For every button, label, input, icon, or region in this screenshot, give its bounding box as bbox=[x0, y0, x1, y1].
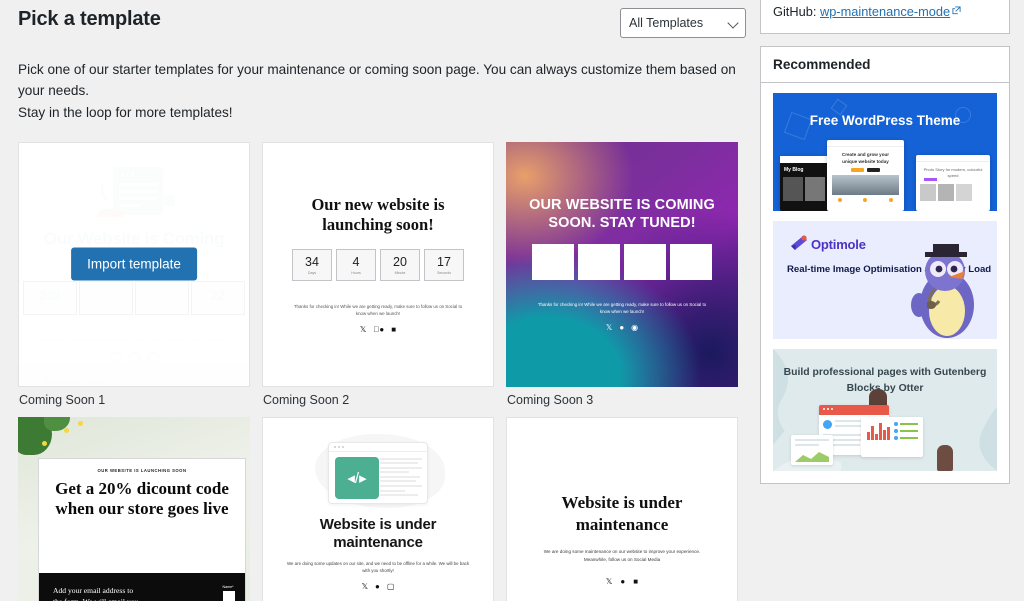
preview-kicker: OUR WEBSITE IS LAUNCHING SOON bbox=[97, 467, 187, 473]
github-box: GitHub: wp-maintenance-mode bbox=[760, 0, 1010, 34]
countdown-unit: 33 Days bbox=[532, 244, 574, 280]
signup-form: Name* Email* Submit bbox=[222, 584, 235, 601]
preview-subtitle: We are doing some maintenance on our web… bbox=[543, 549, 701, 562]
browser-code-illustration-icon: ◂/▸ bbox=[328, 441, 428, 504]
template-thumbnail[interactable]: OUR WEBSITE IS LAUNCHING SOON Get a 20% … bbox=[18, 416, 250, 601]
template-card-coming-soon-2[interactable]: Our new website is launching soon! 34 Day… bbox=[262, 141, 494, 407]
preview-subtitle: We are doing some updates on our site, a… bbox=[286, 560, 470, 573]
name-label: Name* bbox=[222, 584, 234, 589]
preview-title: OUR WEBSITE IS COMING SOON. STAY TUNED! bbox=[529, 197, 715, 231]
instagram-icon: ▢ bbox=[386, 581, 395, 591]
form-lead: Add your email address to the form. We w… bbox=[53, 585, 139, 601]
countdown-unit: 19 Minute bbox=[624, 244, 666, 280]
template-preview: OUR WEBSITE IS COMING SOON. STAY TUNED! … bbox=[506, 141, 738, 387]
promo-otter-blocks[interactable]: Build professional pages with Gutenberg … bbox=[773, 349, 997, 471]
template-filter-wrapper: All Templates Coming Soon Maintenance bbox=[620, 8, 746, 38]
promo-card-small bbox=[791, 435, 833, 465]
main-content: Pick a template All Templates Coming Soo… bbox=[0, 0, 760, 601]
countdown-unit: 4 Hours bbox=[578, 244, 620, 280]
template-preview: Website is under maintenance We are doin… bbox=[507, 417, 737, 601]
template-card-maintenance-serif[interactable]: Website is under maintenance We are doin… bbox=[506, 416, 738, 601]
twitter-icon: 𝕏 bbox=[605, 323, 613, 332]
template-card-coming-soon-3[interactable]: OUR WEBSITE IS COMING SOON. STAY TUNED! … bbox=[506, 141, 738, 407]
github-label: GitHub: bbox=[773, 4, 817, 19]
template-preview: ◂/▸ Website is under maintenance We are … bbox=[263, 417, 493, 601]
template-preview: OUR WEBSITE IS LAUNCHING SOON Get a 20% … bbox=[18, 416, 250, 601]
social-icons: 𝕏 ● ■ bbox=[606, 577, 638, 586]
description-line-1: Pick one of our starter templates for yo… bbox=[18, 62, 736, 98]
template-label: Coming Soon 2 bbox=[263, 392, 350, 407]
preview-body: ◂/▸ Website is under maintenance We are … bbox=[263, 417, 493, 601]
name-input[interactable] bbox=[222, 590, 235, 601]
countdown-unit: 17 Seconds bbox=[424, 248, 464, 281]
template-grid: Our Website is Coming soon. 202Days Hour… bbox=[18, 141, 746, 601]
promo-brand: Optimole bbox=[811, 237, 866, 252]
countdown-unit: 4 Hours bbox=[336, 248, 376, 281]
template-thumbnail[interactable]: Our new website is launching soon! 34 Day… bbox=[262, 141, 494, 387]
page-title: Pick a template bbox=[18, 8, 161, 30]
facebook-icon: ● bbox=[375, 581, 380, 591]
optimole-logo-icon bbox=[791, 235, 807, 250]
template-card-coming-soon-1[interactable]: Our Website is Coming soon. 202Days Hour… bbox=[18, 141, 250, 407]
template-thumbnail[interactable]: Website is under maintenance We are doin… bbox=[506, 416, 738, 601]
promo-title: Free WordPress Theme bbox=[809, 113, 961, 128]
template-label: Coming Soon 1 bbox=[19, 392, 106, 407]
template-thumbnail[interactable]: OUR WEBSITE IS COMING SOON. STAY TUNED! … bbox=[506, 141, 738, 387]
recommended-body: Free WordPress Theme My Blog Photo Story… bbox=[761, 83, 1009, 483]
page-description: Pick one of our starter templates for yo… bbox=[18, 60, 746, 124]
recommended-box: Recommended Free WordPress Theme My Blog bbox=[760, 46, 1010, 484]
sidebar: GitHub: wp-maintenance-mode Recommended … bbox=[760, 0, 1024, 601]
code-icon: ◂/▸ bbox=[335, 456, 379, 499]
promo-optimole[interactable]: Optimole Real-time Image Optimisation an… bbox=[773, 221, 997, 339]
countdown-unit: 20 Minute bbox=[380, 248, 420, 281]
template-preview: Our new website is launching soon! 34 Day… bbox=[263, 143, 493, 386]
dribbble-icon: ◉ bbox=[631, 323, 639, 332]
external-link-icon bbox=[952, 0, 961, 22]
header-row: Pick a template All Templates Coming Soo… bbox=[18, 0, 746, 38]
import-template-button[interactable]: Import template bbox=[71, 247, 197, 281]
promo-free-wordpress-theme[interactable]: Free WordPress Theme My Blog Photo Story… bbox=[773, 93, 997, 211]
promo-screenshot-right: Photo Story for modern, colourful speed bbox=[916, 155, 990, 211]
preview-subtitle: Thanks for checking in! While we are get… bbox=[537, 302, 707, 314]
description-line-2: Stay in the loop for more templates! bbox=[18, 105, 233, 120]
facebook-icon: ​● bbox=[373, 324, 384, 334]
preview-sheet: OUR WEBSITE IS LAUNCHING SOON Get a 20% … bbox=[38, 457, 246, 601]
preview-subtitle: Thanks for checking in! While we are get… bbox=[293, 303, 463, 316]
template-thumbnail[interactable]: ◂/▸ Website is under maintenance We are … bbox=[262, 416, 494, 601]
social-icons: 𝕏 ● ◉ bbox=[606, 323, 638, 332]
optimole-mascot-icon bbox=[911, 244, 974, 338]
social-icons: 𝕏 ● ▢ bbox=[362, 582, 395, 591]
promo-screenshot-mid: Create and grow your unique website toda… bbox=[827, 140, 904, 211]
countdown-unit: 30 Seconds bbox=[670, 244, 712, 280]
otter-mascot-icon-2 bbox=[937, 445, 953, 471]
twitter-icon: 𝕏 bbox=[361, 581, 369, 591]
github-row: GitHub: wp-maintenance-mode bbox=[773, 0, 997, 23]
preview-title: Website is under maintenance bbox=[319, 515, 437, 551]
template-thumbnail[interactable]: Our Website is Coming soon. 202Days Hour… bbox=[18, 141, 250, 387]
preview-title: Get a 20% dicount code when our store go… bbox=[55, 478, 229, 518]
template-label: Coming Soon 3 bbox=[507, 392, 594, 407]
preview-title: Our new website is launching soon! bbox=[311, 194, 445, 234]
countdown: 34 Days 4 Hours 20 Minute 17 Seconds bbox=[292, 248, 464, 293]
preview-form-area: Add your email address to the form. We w… bbox=[39, 572, 245, 601]
template-card-maintenance-illustrated[interactable]: ◂/▸ Website is under maintenance We are … bbox=[262, 416, 494, 601]
preview-title: Website is under maintenance bbox=[561, 493, 683, 535]
countdown-unit: 34 Days bbox=[292, 248, 332, 281]
facebook-icon: ● bbox=[619, 323, 625, 332]
github-link[interactable]: wp-maintenance-mode bbox=[820, 4, 950, 19]
promo-card-chart bbox=[861, 417, 923, 457]
template-filter-select[interactable]: All Templates Coming Soon Maintenance bbox=[620, 8, 746, 38]
template-card-discount[interactable]: OUR WEBSITE IS LAUNCHING SOON Get a 20% … bbox=[18, 416, 250, 601]
linkedin-icon: ■ bbox=[633, 576, 639, 586]
social-icons: 𝕏 ​● ■ bbox=[360, 325, 396, 334]
linkedin-icon: ■ bbox=[388, 324, 396, 334]
facebook-icon: ● bbox=[620, 576, 626, 586]
twitter-icon: 𝕏 bbox=[605, 576, 613, 586]
countdown: 33 Days 4 Hours 19 Minute 30 Seconds bbox=[532, 244, 712, 292]
template-picker-page: Pick a template All Templates Coming Soo… bbox=[0, 0, 1024, 601]
twitter-icon: 𝕏 bbox=[359, 324, 367, 334]
recommended-heading: Recommended bbox=[761, 47, 1009, 83]
